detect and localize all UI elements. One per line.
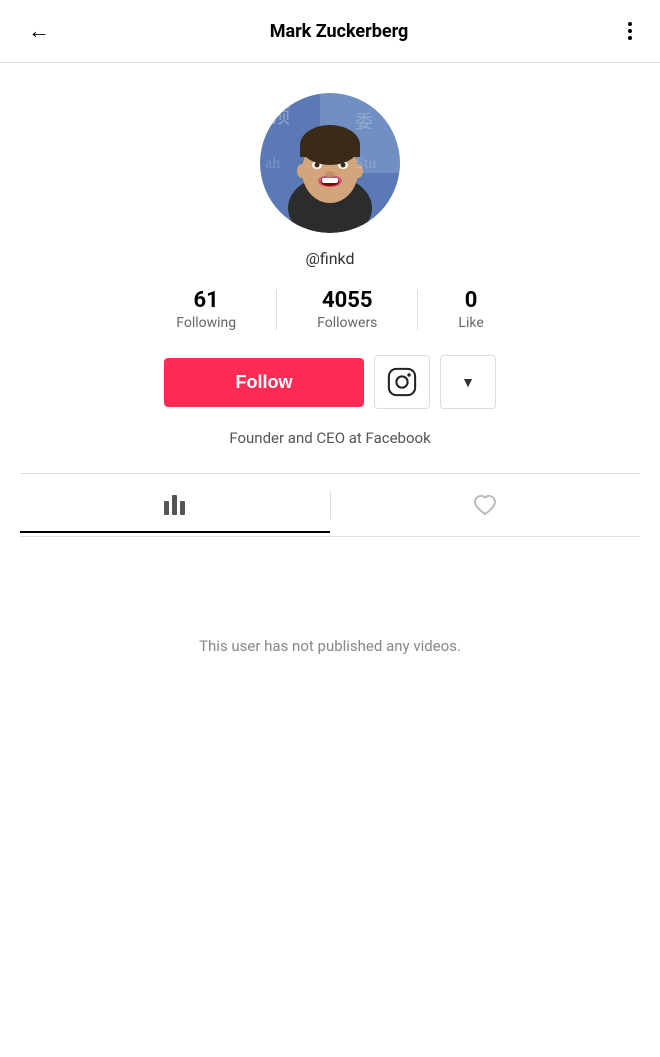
grid-bar-1 (164, 501, 169, 515)
grid-bar-3 (180, 501, 185, 515)
instagram-icon (387, 367, 417, 397)
svg-text:Stu: Stu (355, 155, 376, 172)
heart-icon (472, 492, 498, 518)
follow-button[interactable]: Follow (164, 358, 364, 407)
likes-count: 0 (465, 288, 478, 313)
followers-count: 4055 (322, 288, 373, 313)
username: @finkd (305, 249, 354, 268)
grid-bar-2 (172, 495, 177, 515)
empty-state: This user has not published any videos. (0, 557, 660, 735)
avatar-image: 顶 委 ah Stu (260, 93, 400, 233)
tab-liked[interactable] (331, 474, 641, 536)
tabs-section (20, 473, 640, 537)
followers-label: Followers (317, 315, 377, 331)
page-title: Mark Zuckerberg (270, 21, 409, 42)
more-dot-2 (628, 29, 632, 33)
instagram-button[interactable] (374, 355, 430, 409)
svg-text:ah: ah (265, 155, 280, 172)
following-label: Following (176, 315, 236, 331)
followers-stat[interactable]: 4055 Followers (277, 288, 417, 331)
back-arrow-icon: ← (28, 18, 50, 44)
action-buttons: Follow ▼ (164, 355, 496, 409)
header: ← Mark Zuckerberg (0, 0, 660, 63)
following-stat[interactable]: 61 Following (136, 288, 276, 331)
avatar: 顶 委 ah Stu (260, 93, 400, 233)
more-options-button[interactable] (620, 18, 640, 44)
tab-videos[interactable] (20, 477, 330, 533)
likes-label: Like (458, 315, 483, 331)
dropdown-button[interactable]: ▼ (440, 355, 496, 409)
empty-state-message: This user has not published any videos. (199, 637, 461, 655)
more-dot-3 (628, 36, 632, 40)
bio: Founder and CEO at Facebook (229, 429, 430, 447)
following-count: 61 (194, 288, 219, 313)
svg-text:委: 委 (355, 112, 373, 132)
profile-section: 顶 委 ah Stu @finkd 61 Following 4055 Foll… (0, 63, 660, 557)
more-dot-1 (628, 22, 632, 26)
back-button[interactable]: ← (20, 14, 58, 48)
chevron-down-icon: ▼ (461, 374, 475, 390)
stats-row: 61 Following 4055 Followers 0 Like (20, 288, 640, 331)
svg-text:顶: 顶 (270, 106, 290, 128)
grid-icon (164, 495, 185, 515)
likes-stat[interactable]: 0 Like (418, 288, 523, 331)
